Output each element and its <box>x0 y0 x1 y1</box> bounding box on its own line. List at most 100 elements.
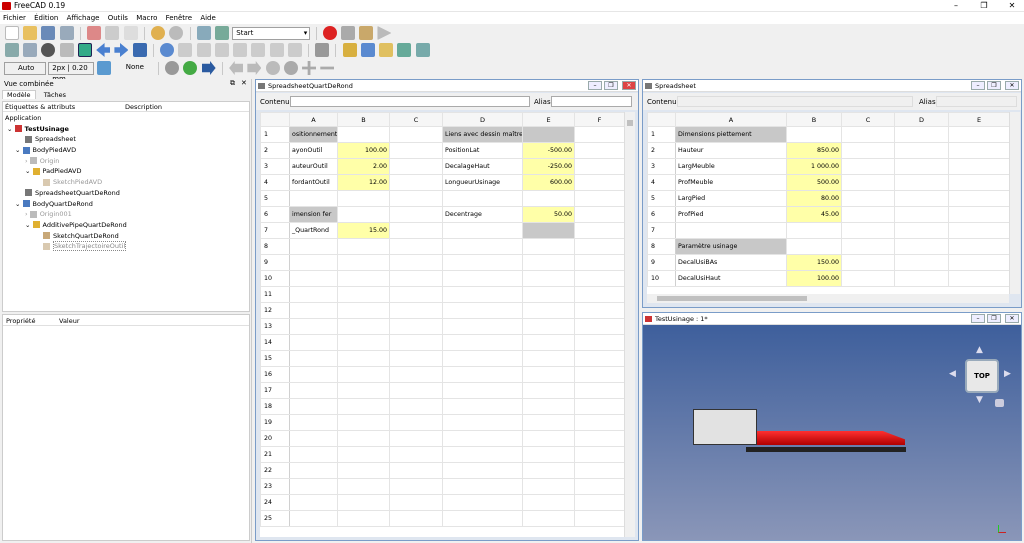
sheet-cell[interactable] <box>289 286 338 303</box>
sheet-cell[interactable] <box>574 190 625 207</box>
sheet-cell[interactable] <box>289 462 338 479</box>
sheet-cell[interactable] <box>337 286 390 303</box>
tab-modele[interactable]: Modèle <box>2 90 36 99</box>
sheet-cell[interactable] <box>574 254 625 271</box>
expand-icon[interactable]: ⌄ <box>25 221 30 229</box>
sheet-cell[interactable] <box>574 286 625 303</box>
sheet-cell[interactable] <box>389 462 443 479</box>
sheet-cell[interactable] <box>574 494 625 511</box>
sheet-cell[interactable] <box>389 174 443 191</box>
view-left-icon[interactable] <box>287 43 302 57</box>
sheet-cell[interactable] <box>389 158 443 175</box>
sheet-cell[interactable] <box>442 494 523 511</box>
sheet-cell[interactable] <box>289 382 338 399</box>
sheet-cell[interactable] <box>574 510 625 527</box>
sheet-cell[interactable] <box>389 382 443 399</box>
sheet-cell[interactable] <box>522 462 575 479</box>
column-header[interactable]: D <box>894 112 949 127</box>
sheet-cell[interactable] <box>337 334 390 351</box>
sheet-cell[interactable] <box>948 174 1010 191</box>
close-icon[interactable]: ✕ <box>1005 314 1019 323</box>
back-arrow-icon[interactable] <box>96 43 111 57</box>
row-header[interactable]: 2 <box>260 142 290 159</box>
zoom-out-icon[interactable] <box>320 66 335 70</box>
row-header[interactable]: 9 <box>647 254 676 271</box>
sheet-cell[interactable] <box>574 206 625 223</box>
column-header[interactable]: C <box>389 112 443 127</box>
corner-cell[interactable] <box>647 112 676 127</box>
row-header[interactable]: 7 <box>260 222 290 239</box>
sheet-cell[interactable] <box>948 270 1010 287</box>
sheet-cell[interactable] <box>389 494 443 511</box>
tree-item-origin[interactable]: › Origin <box>3 156 249 167</box>
sheet-cell[interactable] <box>289 446 338 463</box>
row-header[interactable]: 2 <box>647 142 676 159</box>
maximize-icon[interactable]: ❐ <box>972 0 996 12</box>
sheet-cell[interactable]: DecalUsiBAs <box>675 254 787 271</box>
sheet-cell[interactable] <box>337 318 390 335</box>
red-profile-shape[interactable] <box>757 431 905 445</box>
cut-icon[interactable] <box>87 26 102 40</box>
fit-all-icon[interactable] <box>5 43 19 57</box>
sheet-cell[interactable] <box>894 270 949 287</box>
sheet-cell[interactable] <box>522 414 575 431</box>
sheet-cell[interactable]: 100.00 <box>337 142 390 159</box>
sheet-cell[interactable]: 850.00 <box>786 142 842 159</box>
create-group-icon[interactable] <box>379 43 394 57</box>
column-header[interactable]: E <box>522 112 575 127</box>
forward-arrow-icon[interactable] <box>114 43 129 57</box>
sheet-cell[interactable] <box>389 398 443 415</box>
sheet-cell[interactable]: Decentrage <box>442 206 523 223</box>
minimize-icon[interactable]: – <box>971 314 985 323</box>
sheet-cell[interactable] <box>442 318 523 335</box>
expand-icon[interactable]: › <box>25 157 28 165</box>
sheet-cell[interactable] <box>894 142 949 159</box>
sheet-cell[interactable] <box>442 398 523 415</box>
link-actions-icon[interactable] <box>415 43 430 57</box>
new-file-icon[interactable] <box>5 26 19 40</box>
sheet-cell[interactable] <box>337 366 390 383</box>
row-header[interactable]: 23 <box>260 478 290 495</box>
row-header[interactable]: 6 <box>260 206 290 223</box>
row-header[interactable]: 10 <box>647 270 676 287</box>
sheet-cell[interactable] <box>442 414 523 431</box>
sheet-cell[interactable]: 100.00 <box>786 270 842 287</box>
row-header[interactable]: 3 <box>647 158 676 175</box>
sheet-cell[interactable] <box>442 334 523 351</box>
sheet-cell[interactable] <box>442 286 523 303</box>
column-header[interactable]: B <box>786 112 842 127</box>
expand-icon[interactable]: › <box>25 210 28 218</box>
sheet-cell[interactable] <box>948 126 1010 143</box>
row-header[interactable]: 10 <box>260 270 290 287</box>
sheet-cell[interactable] <box>786 238 842 255</box>
sheet-cell[interactable]: Hauteur <box>675 142 787 159</box>
sheet-cell[interactable]: ProfMeuble <box>675 174 787 191</box>
sheet-cell[interactable] <box>442 350 523 367</box>
sheet-cell[interactable] <box>574 414 625 431</box>
sheet-cell[interactable] <box>574 334 625 351</box>
sheet-cell[interactable] <box>675 222 787 239</box>
sheet-cell[interactable] <box>442 238 523 255</box>
sheet-cell[interactable]: ayonOutil <box>289 142 338 159</box>
fit-selection-icon[interactable] <box>23 43 38 57</box>
bounding-box-icon[interactable] <box>77 43 92 57</box>
panel-close-icon[interactable]: ✕ <box>241 79 247 87</box>
sheet-cell[interactable] <box>841 142 895 159</box>
scrollbar-thumb[interactable] <box>657 296 807 301</box>
sheet-cell[interactable] <box>389 414 443 431</box>
sheet-cell[interactable] <box>948 206 1010 223</box>
sheet-cell[interactable] <box>289 238 338 255</box>
row-header[interactable]: 13 <box>260 318 290 335</box>
sheet-cell[interactable] <box>522 366 575 383</box>
close-icon[interactable]: ✕ <box>622 81 636 90</box>
row-header[interactable]: 1 <box>260 126 290 143</box>
sheet-cell[interactable] <box>522 350 575 367</box>
sheet-cell[interactable] <box>574 238 625 255</box>
row-header[interactable]: 21 <box>260 446 290 463</box>
make-link-icon[interactable] <box>397 43 412 57</box>
sheet-cell[interactable] <box>574 382 625 399</box>
row-header[interactable]: 4 <box>647 174 676 191</box>
tree-item-bodypiedavd[interactable]: ⌄ BodyPiedAVD <box>3 145 249 156</box>
vertical-scrollbar[interactable] <box>1009 112 1020 294</box>
sheet-cell[interactable] <box>948 222 1010 239</box>
